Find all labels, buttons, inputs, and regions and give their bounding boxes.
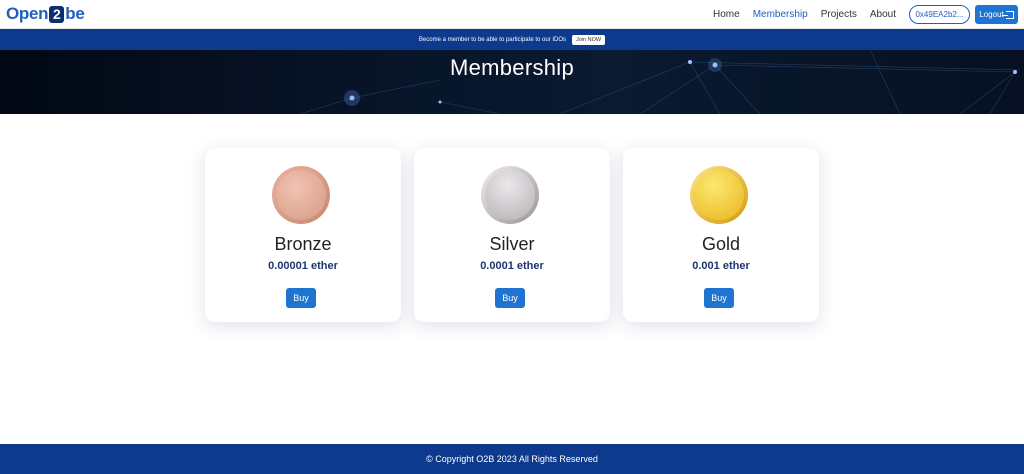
membership-card-silver: Silver 0.0001 ether Buy [414, 148, 610, 322]
tier-price: 0.00001 ether [268, 260, 338, 272]
membership-card-bronze: Bronze 0.00001 ether Buy [205, 148, 401, 322]
tier-price: 0.001 ether [692, 260, 750, 272]
buy-silver-button[interactable]: Buy [495, 288, 525, 308]
tier-name: Bronze [274, 234, 332, 254]
gold-coin-icon [690, 166, 748, 224]
join-now-button[interactable]: Join NOW [572, 34, 606, 45]
logout-button[interactable]: Logout [975, 5, 1018, 24]
logout-icon [1001, 10, 1014, 19]
membership-banner: Become a member to be able to participat… [0, 29, 1024, 50]
membership-banner-text: Become a member to be able to participat… [418, 36, 566, 43]
silver-coin-icon [481, 166, 539, 224]
nav-home[interactable]: Home [713, 9, 740, 20]
page-title: Membership [449, 55, 575, 80]
membership-cards: Bronze 0.00001 ether Buy Silver 0.0001 e… [205, 148, 819, 322]
membership-card-gold: Gold 0.001 ether Buy [623, 148, 819, 322]
logo-text-right: be [65, 4, 85, 23]
hero-section: Membership [0, 50, 1024, 114]
footer: © Copyright O2B 2023 All Rights Reserved [0, 444, 1024, 474]
logo-text-left: Open [6, 4, 49, 23]
buy-bronze-button[interactable]: Buy [286, 288, 316, 308]
wallet-address-button[interactable]: 0x49EA2b2... [909, 5, 970, 24]
nav-menu: Home Membership Projects About 0x49EA2b2… [713, 5, 1018, 24]
logout-label: Logout [979, 10, 1004, 19]
top-navbar: Open 2 be Home Membership Projects About… [0, 0, 1024, 29]
bronze-coin-icon [272, 166, 330, 224]
nav-projects[interactable]: Projects [821, 9, 857, 20]
copyright-text: © Copyright O2B 2023 All Rights Reserved [426, 454, 598, 464]
tier-price: 0.0001 ether [480, 260, 544, 272]
logo[interactable]: Open 2 be [6, 4, 85, 24]
logo-mark: 2 [49, 5, 65, 23]
buy-gold-button[interactable]: Buy [704, 288, 734, 308]
tier-name: Silver [489, 234, 535, 254]
tier-name: Gold [701, 234, 741, 254]
nav-about[interactable]: About [870, 9, 896, 20]
nav-membership[interactable]: Membership [753, 9, 808, 20]
